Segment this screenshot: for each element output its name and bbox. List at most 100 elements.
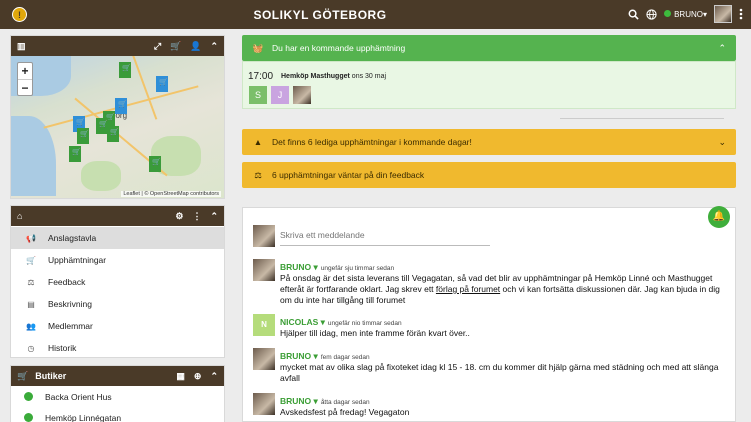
- add-store-icon[interactable]: ⊕: [194, 371, 202, 382]
- store-marker[interactable]: 🛒: [119, 62, 131, 78]
- feed-post: BRUNO ▾ åtta dagar sedan Avskedsfest på f…: [280, 396, 720, 418]
- chevron-up-icon[interactable]: ⌃: [210, 211, 218, 222]
- gear-icon[interactable]: ⚙: [175, 211, 183, 222]
- user-menu[interactable]: BRUNO▾: [664, 9, 707, 19]
- nav-item-feedback[interactable]: ⚖ Feedback: [11, 271, 224, 293]
- feed-post: BRUNO ▾ ungefär sju timmar sedan På onsda…: [280, 262, 720, 306]
- post-time: ungefär nio timmar sedan: [327, 320, 402, 327]
- store-marker[interactable]: 🛒: [69, 146, 81, 162]
- free-slots-alert[interactable]: ▲ Det finns 6 lediga upphämtningar i kom…: [242, 129, 736, 155]
- avatar[interactable]: [253, 393, 275, 415]
- store-list-icon[interactable]: ▦: [176, 371, 185, 382]
- avatar[interactable]: N: [253, 314, 275, 336]
- warning-icon: ▲: [253, 137, 263, 147]
- chevron-down-icon[interactable]: ⌄: [718, 137, 726, 148]
- megaphone-icon: 📢: [26, 233, 36, 243]
- nav-list: 📢 Anslagstavla 🛒 Upphämtningar ⚖ Feedback ▤…: [11, 226, 224, 359]
- store-marker[interactable]: 🛒: [77, 128, 89, 144]
- free-slots-text: Det finns 6 lediga upphämtningar i komma…: [272, 137, 472, 147]
- pickup-store-name: Hemköp Masthugget: [281, 73, 350, 80]
- app-title[interactable]: SOLIKYL GÖTEBORG: [0, 8, 640, 22]
- zoom-in-button[interactable]: +: [18, 63, 32, 79]
- feedback-alert-text: 6 upphämtningar väntar på din feedback: [272, 170, 425, 180]
- store-name: Hemköp Linnégatan: [45, 412, 122, 422]
- cart-icon[interactable]: 🛒: [170, 41, 181, 52]
- avatar[interactable]: [253, 348, 275, 370]
- stores-panel: 🛒 Butiker ▦ ⊕ ⌃ Backa Orient Hus Hemköp …: [10, 365, 225, 422]
- store-marker[interactable]: 🛒: [115, 98, 127, 114]
- notification-bell-icon[interactable]: 🔔: [708, 206, 730, 228]
- home-icon[interactable]: ⌂: [17, 211, 22, 221]
- upcoming-pickup-alert[interactable]: 🧺 Du har en kommande upphämtning ⌃: [242, 35, 736, 61]
- avatar[interactable]: [253, 259, 275, 281]
- zoom-out-button[interactable]: −: [18, 79, 32, 95]
- user-avatar[interactable]: [714, 5, 732, 23]
- map-panel-header: ▥ ⤢ 🛒 👤 ⌃: [11, 36, 224, 56]
- chevron-up-icon[interactable]: ⌃: [718, 43, 726, 54]
- forum-link[interactable]: förlag på forumet: [436, 284, 500, 294]
- pickup-store: Hemköp Masthugget ons 30 maj: [281, 73, 386, 80]
- nav-item-beskrivning[interactable]: ▤ Beskrivning: [11, 293, 224, 315]
- store-item[interactable]: Hemköp Linnégatan: [11, 407, 224, 422]
- avatar: [253, 225, 275, 247]
- post-body: mycket mat av olika slag på fixoteket id…: [280, 362, 719, 383]
- store-marker[interactable]: 🛒: [149, 156, 161, 172]
- map-water: [11, 116, 56, 196]
- post-author[interactable]: BRUNO: [280, 351, 311, 361]
- post-time: ungefär sju timmar sedan: [320, 265, 395, 272]
- participant-avatar[interactable]: [293, 86, 311, 104]
- map-park: [81, 161, 121, 191]
- post-author[interactable]: BRUNO: [280, 396, 311, 406]
- post-time: åtta dagar sedan: [320, 399, 370, 406]
- store-marker[interactable]: 🛒: [156, 76, 168, 92]
- store-status-icon: [24, 392, 33, 401]
- user-caret-icon: ▾: [702, 9, 707, 19]
- group-menu-header: ⌂ ⚙ ⋮ ⌃: [11, 206, 224, 226]
- top-right-controls: BRUNO▾: [628, 5, 743, 23]
- map-icon: ▥: [17, 40, 26, 51]
- map-view[interactable]: borg + − 🛒 🛒 🛒 🛒 🛒 🛒 🛒 🛒 🛒 🛒 Leaflet | ©…: [11, 56, 224, 198]
- author-caret-icon: ▾: [311, 262, 318, 272]
- message-input[interactable]: [280, 224, 490, 246]
- nav-item-label: Medlemmar: [48, 321, 93, 331]
- nav-item-anslagstavla[interactable]: 📢 Anslagstavla: [11, 227, 224, 249]
- store-item[interactable]: Backa Orient Hus: [11, 386, 224, 407]
- store-name: Backa Orient Hus: [45, 391, 112, 402]
- upcoming-pickup-text: Du har en kommande upphämtning: [272, 43, 406, 53]
- post-author[interactable]: NICOLAS: [280, 317, 318, 327]
- user-remove-icon[interactable]: 👤: [190, 41, 201, 52]
- participant-avatar[interactable]: S: [249, 86, 267, 104]
- more-vertical-icon[interactable]: [739, 8, 743, 20]
- users-icon: 👥: [26, 321, 36, 331]
- participant-avatar[interactable]: J: [271, 86, 289, 104]
- nav-item-upphamtningar[interactable]: 🛒 Upphämtningar: [11, 249, 224, 271]
- author-caret-icon: ▾: [311, 396, 318, 406]
- nav-item-medlemmar[interactable]: 👥 Medlemmar: [11, 315, 224, 337]
- chevron-up-icon[interactable]: ⌃: [210, 371, 218, 382]
- expand-icon[interactable]: ⤢: [154, 41, 161, 52]
- post-body: På onsdag är det sista leverans till Veg…: [280, 273, 720, 306]
- nav-item-label: Upphämtningar: [48, 255, 107, 265]
- map-attribution[interactable]: Leaflet | © OpenStreetMap contributors: [121, 191, 221, 197]
- nav-item-historik[interactable]: ◷ Historik: [11, 337, 224, 359]
- feed-post: NICOLAS ▾ ungefär nio timmar sedan Hjälpe…: [280, 317, 720, 339]
- post-time: fem dagar sedan: [320, 354, 370, 361]
- card-icon: ▤: [27, 299, 35, 309]
- pickup-card[interactable]: 17:00 Hemköp Masthugget ons 30 maj S J: [242, 61, 736, 109]
- store-marker[interactable]: 🛒: [107, 126, 119, 142]
- nav-item-label: Historik: [48, 343, 77, 353]
- cart-icon: 🛒: [26, 255, 36, 265]
- user-name: BRUNO: [674, 9, 703, 19]
- pickup-time: 17:00: [248, 71, 274, 82]
- post-body: Hjälper till idag, men inte framme förän…: [280, 328, 470, 338]
- more-vertical-icon[interactable]: ⋮: [192, 211, 201, 222]
- search-icon[interactable]: [628, 9, 639, 20]
- chevron-up-icon[interactable]: ⌃: [210, 41, 218, 52]
- stores-header: 🛒 Butiker ▦ ⊕ ⌃: [11, 366, 224, 386]
- globe-icon[interactable]: [646, 8, 657, 20]
- online-status-icon: [664, 9, 672, 17]
- post-author[interactable]: BRUNO: [280, 262, 311, 272]
- store-status-icon: [24, 413, 33, 422]
- group-menu-panel: ⌂ ⚙ ⋮ ⌃ 📢 Anslagstavla 🛒 Upphämtningar ⚖ Fe…: [10, 205, 225, 358]
- feedback-alert[interactable]: ⚖ 6 upphämtningar väntar på din feedback: [242, 162, 736, 188]
